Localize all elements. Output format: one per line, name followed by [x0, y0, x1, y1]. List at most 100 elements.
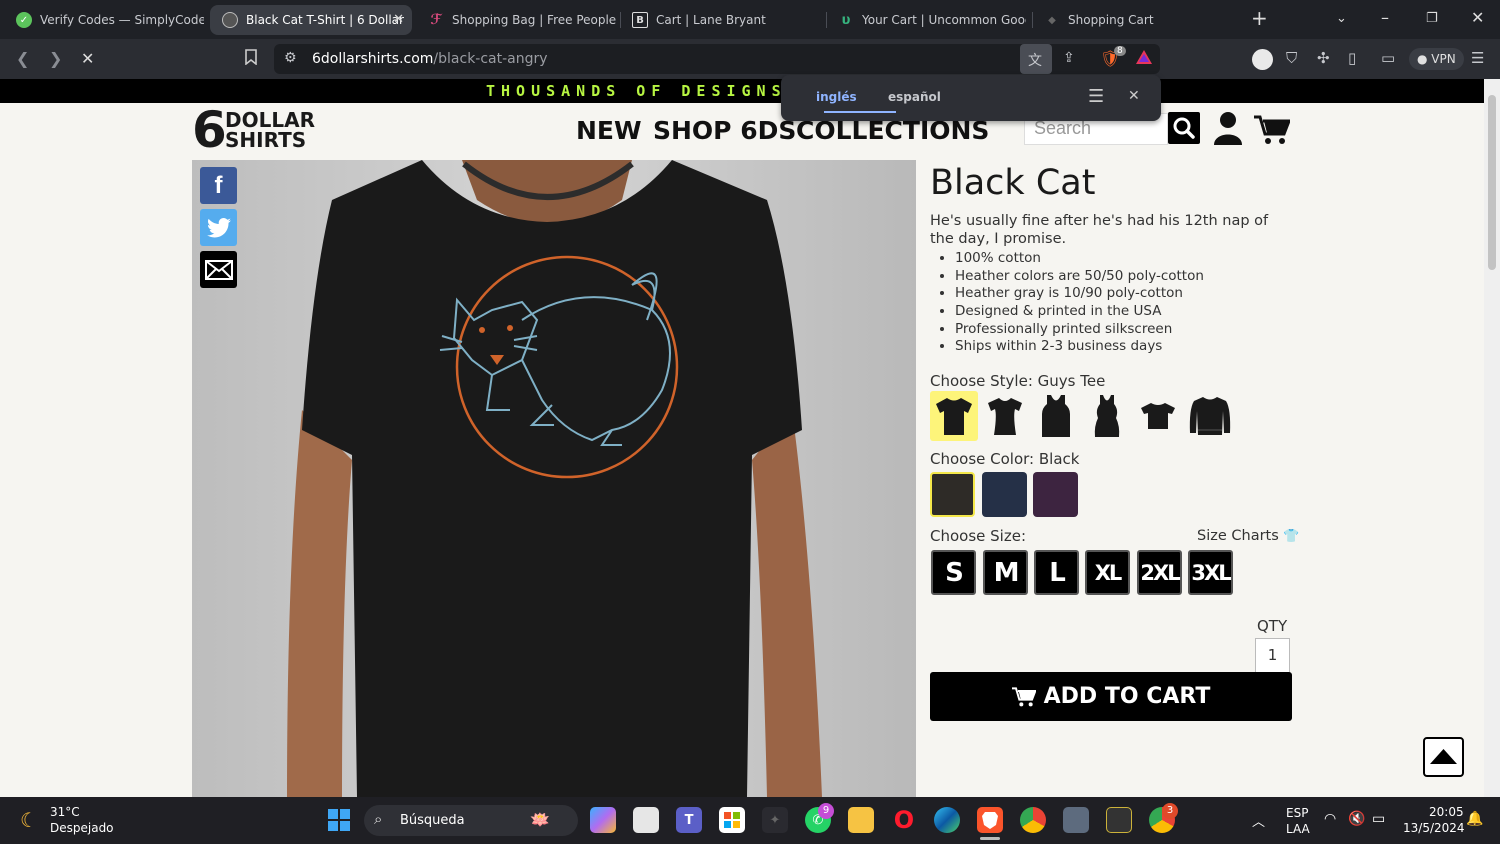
wallet-icon[interactable]: ▭ [1381, 49, 1395, 67]
facebook-icon: f [214, 171, 223, 199]
lang-spanish-tab[interactable]: español [888, 90, 941, 104]
tab-bar: ✓ Verify Codes — SimplyCodes Black Cat T… [0, 0, 1500, 39]
tab-search-chevron-icon[interactable]: ⌄ [1336, 11, 1347, 26]
share-facebook-button[interactable]: f [200, 167, 237, 204]
taskbar-search-label: Búsqueda [400, 813, 465, 828]
color-swatch-black[interactable] [930, 472, 975, 517]
share-email-button[interactable] [200, 251, 237, 288]
edge-icon[interactable] [934, 807, 960, 833]
tab-lane-bryant[interactable]: B Cart | Lane Bryant [620, 5, 820, 35]
style-ladies-tee[interactable] [981, 391, 1029, 441]
file-explorer-icon[interactable] [848, 807, 874, 833]
input-lang-bottom: LAA [1286, 822, 1310, 836]
clock-time[interactable]: 20:05 [1429, 805, 1464, 819]
tab-verify-codes[interactable]: ✓ Verify Codes — SimplyCodes [4, 5, 204, 35]
clock-date[interactable]: 13/5/2024 [1403, 821, 1465, 835]
translate-button[interactable]: 文 [1020, 44, 1052, 74]
search-icon [1173, 117, 1195, 139]
style-kids-tee[interactable] [1134, 391, 1182, 441]
url-bar[interactable]: ⚙ 6dollarshirts.com/black-cat-angry 文 ⇪ … [274, 44, 1160, 74]
teams-icon[interactable]: T [676, 807, 702, 833]
style-guys-tank[interactable] [1032, 391, 1080, 441]
color-swatch-purple[interactable] [1033, 472, 1078, 517]
site-icon [222, 12, 238, 28]
calculator-icon[interactable] [1063, 807, 1089, 833]
brave-icon[interactable] [977, 807, 1003, 833]
logo-six: 6 [192, 101, 227, 159]
size-2xl[interactable]: 2XL [1137, 550, 1182, 595]
opera-icon[interactable]: O [891, 806, 917, 834]
vpn-label: VPN [1431, 52, 1456, 66]
new-tab-icon[interactable]: + [1251, 6, 1268, 30]
style-ladies-tank[interactable] [1083, 391, 1131, 441]
guys-tank-icon [1042, 395, 1070, 437]
share-twitter-button[interactable] [200, 209, 237, 246]
show-hidden-icons-chevron[interactable]: ︿ [1252, 811, 1265, 830]
back-icon[interactable]: ❮ [16, 49, 29, 68]
forward-icon[interactable]: ❯ [49, 49, 62, 68]
size-3xl[interactable]: 3XL [1188, 550, 1233, 595]
style-sweatshirt[interactable] [1186, 391, 1234, 441]
extensions-icon[interactable]: ✣ [1317, 49, 1330, 67]
close-window-icon[interactable]: ✕ [1471, 8, 1484, 27]
taskbar-search[interactable]: ⌕ Búsqueda 🪷 [364, 805, 578, 836]
shield-extension-icon[interactable]: ⛉ [1286, 49, 1297, 67]
site-logo[interactable]: 6 DOLLAR SHIRTS [192, 101, 322, 159]
wifi-icon[interactable]: ◠ [1324, 811, 1336, 827]
cart-icon[interactable] [1254, 114, 1292, 150]
chrome-icon[interactable] [1020, 807, 1046, 833]
qty-input[interactable]: 1 [1255, 638, 1290, 673]
translate-close-icon[interactable]: ✕ [1128, 88, 1140, 104]
restore-icon[interactable]: ❐ [1426, 11, 1438, 26]
tab-uncommon-goods[interactable]: υ Your Cart | Uncommon Goods [826, 5, 1026, 35]
notifications-icon[interactable]: 🔔 [1466, 811, 1483, 827]
size-s[interactable]: S [931, 550, 976, 595]
battery-icon[interactable]: ▭ [1372, 811, 1385, 827]
tab-shopping-cart[interactable]: ◆ Shopping Cart [1032, 5, 1232, 35]
add-to-cart-button[interactable]: ADD TO CART [930, 672, 1292, 721]
product-features: 100% cotton Heather colors are 50/50 pol… [955, 250, 1204, 356]
size-charts-link[interactable]: Size Charts 👕 [1197, 528, 1300, 544]
app-icon[interactable]: ✦ [762, 807, 788, 833]
translate-options-icon[interactable]: ☰ [1088, 86, 1104, 107]
color-swatch-navy[interactable] [982, 472, 1027, 517]
menu-icon[interactable]: ☰ [1471, 49, 1484, 67]
scroll-to-top-button[interactable] [1423, 737, 1464, 777]
size-label: Choose Size: [930, 527, 1026, 545]
color-label: Choose Color: Black [930, 450, 1080, 468]
sidebar-icon[interactable]: ▯ [1348, 49, 1356, 67]
active-tab-indicator [824, 111, 896, 113]
size-l[interactable]: L [1034, 550, 1079, 595]
tab-free-people[interactable]: ℱ Shopping Bag | Free People [416, 5, 616, 35]
task-view-icon[interactable] [633, 807, 659, 833]
style-guys-tee[interactable] [930, 391, 978, 441]
tab-title: Black Cat T-Shirt | 6 Dollar [246, 13, 404, 27]
moon-weather-icon: ☾ [20, 808, 38, 832]
site-settings-icon[interactable]: ⚙ [284, 50, 297, 66]
lang-english-tab[interactable]: inglés [816, 90, 857, 104]
store-icon[interactable] [719, 807, 745, 833]
app-icon[interactable] [1106, 807, 1132, 833]
account-icon[interactable] [1213, 111, 1243, 149]
brave-rewards-icon[interactable] [1136, 50, 1152, 68]
scrollbar-thumb[interactable] [1488, 95, 1496, 270]
search-button[interactable] [1168, 112, 1200, 144]
windows-start-icon[interactable] [328, 809, 350, 835]
copilot-icon[interactable] [590, 807, 616, 833]
size-xl[interactable]: XL [1085, 550, 1130, 595]
vpn-button[interactable]: ● VPN [1409, 48, 1464, 70]
close-tab-icon[interactable]: ✕ [393, 12, 404, 27]
search-icon: ⌕ [374, 810, 383, 828]
volume-muted-icon[interactable]: 🔇 [1348, 811, 1365, 827]
size-m[interactable]: M [983, 550, 1028, 595]
nav-shop-6ds[interactable]: SHOP 6DS [653, 116, 796, 145]
input-lang-top[interactable]: ESP [1286, 806, 1308, 820]
share-icon[interactable]: ⇪ [1063, 50, 1075, 66]
profile-avatar[interactable] [1252, 49, 1273, 70]
nav-new[interactable]: NEW [576, 116, 642, 145]
stop-loading-icon[interactable]: ✕ [81, 49, 94, 68]
page-scrollbar[interactable] [1484, 79, 1500, 797]
tab-black-cat[interactable]: Black Cat T-Shirt | 6 Dollar ✕ [210, 5, 412, 35]
bookmark-icon[interactable] [244, 49, 258, 69]
minimize-icon[interactable]: – [1381, 8, 1389, 27]
